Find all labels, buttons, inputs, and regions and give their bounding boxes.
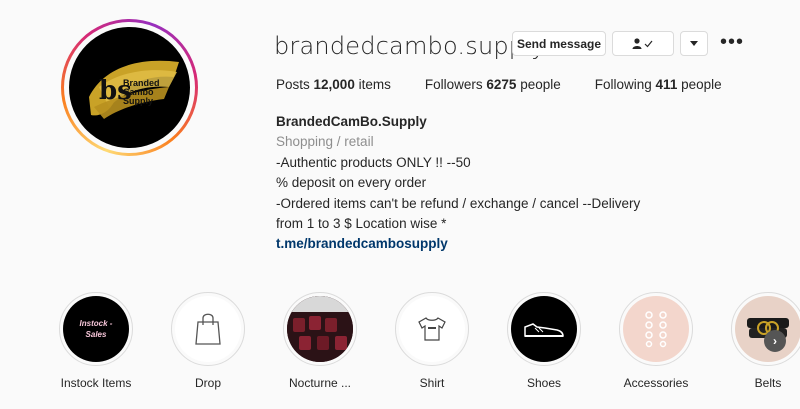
more-options-icon[interactable]: ••• [720,32,744,52]
highlight-shirt[interactable]: Shirt [376,292,488,390]
profile-username: brandedcambo.supply [274,32,546,60]
highlight-ring: Instock - Sales [59,292,133,366]
highlight-label: Belts [754,376,782,390]
tshirt-icon [418,317,446,341]
highlight-ring [619,292,693,366]
highlight-ring [507,292,581,366]
shopping-bag-icon [195,313,221,345]
highlight-label: Shoes [526,376,562,390]
send-message-button[interactable]: Send message [512,31,606,56]
highlight-label: Accessories [623,376,689,390]
highlight-drop[interactable]: Drop [152,292,264,390]
avatar-image: bs Branded Cambo Supply [69,27,190,148]
highlight-shoes[interactable]: Shoes [488,292,600,390]
story-highlights: Instock - Sales Instock Items Drop Noctu… [40,292,800,390]
highlight-label: Instock Items [60,376,132,390]
person-check-icon [632,37,653,49]
highlight-accessories[interactable]: Accessories [600,292,712,390]
bio-line: -Authentic products ONLY !! --50 [276,154,471,170]
bio-line: % deposit on every order [276,175,427,191]
bio-line: -Ordered items can't be refund / exchang… [276,195,641,211]
avatar-border: bs Branded Cambo Supply [64,22,195,153]
highlight-cover: Instock - Sales [63,296,129,362]
followers-count[interactable]: Followers 6275 people [425,77,561,92]
full-name: BrandedCamBo.Supply [276,114,427,129]
suggestions-dropdown-button[interactable] [680,31,708,56]
category-label: Shopping / retail [276,134,374,150]
logo-text: Branded Cambo Supply [123,78,160,106]
highlight-ring [171,292,245,366]
highlight-label: Shirt [419,376,445,390]
chevron-right-icon[interactable]: › [764,330,786,352]
highlight-label: Drop [194,376,221,390]
following-count[interactable]: Following 411 people [595,77,722,92]
highlight-belts[interactable]: Belts [712,292,800,390]
highlight-cover [511,296,577,362]
highlight-ring [283,292,357,366]
highlight-label: Nocturne ... [288,376,352,390]
profile-bio: BrandedCamBo.Supply Shopping / retail -A… [276,112,676,255]
highlight-nocturne[interactable]: Nocturne ... [264,292,376,390]
highlight-cover [623,296,689,362]
highlight-ring [395,292,469,366]
profile-avatar[interactable]: bs Branded Cambo Supply [61,19,198,156]
highlight-cover [399,296,465,362]
sneaker-icon [524,323,564,337]
following-status-button[interactable] [612,31,674,56]
highlight-instock-items[interactable]: Instock - Sales Instock Items [40,292,152,390]
caret-down-icon [690,41,698,46]
bio-line: from 1 to 3 $ Location wise * [276,216,447,232]
highlight-cover [175,296,241,362]
posts-count: Posts 12,000 items [276,77,391,92]
highlight-cover-text: Instock - Sales [79,319,113,339]
highlight-cover [735,296,800,362]
bio-link[interactable]: t.me/brandedcambosupply [276,234,676,254]
accessories-icon [645,311,667,348]
highlight-cover [287,296,353,362]
photo-icon [287,296,353,362]
highlight-ring [731,292,800,366]
profile-stats: Posts 12,000 items Followers 6275 people… [276,77,756,92]
